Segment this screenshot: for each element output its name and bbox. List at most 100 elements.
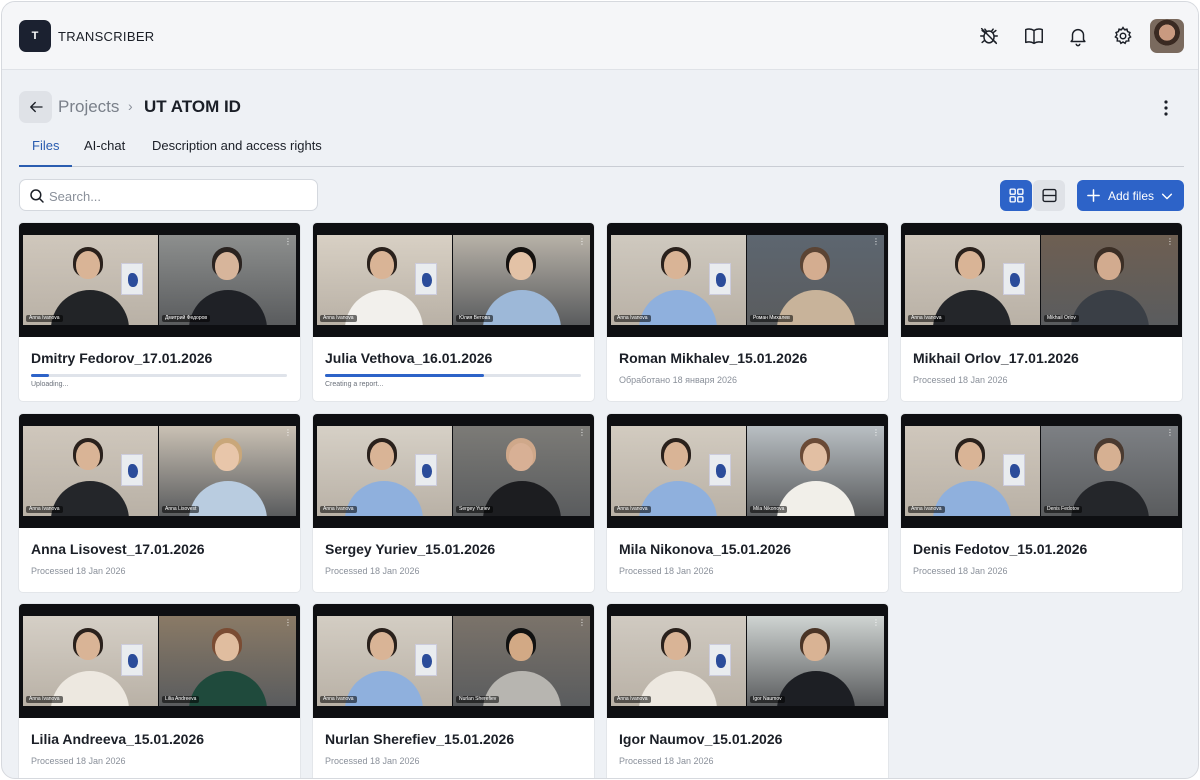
participant-name-left: Anna Ivanova (26, 506, 63, 513)
pane-menu-icon[interactable]: ⋮ (284, 429, 292, 437)
video-thumbnail[interactable]: Anna Ivanova Lilia Andreeva ⋮ (19, 604, 300, 718)
file-title[interactable]: Sergey Yuriev_15.01.2026 (325, 541, 495, 557)
participant-name-left: Anna Ivanova (614, 696, 651, 703)
grid-view-button[interactable] (1000, 180, 1032, 211)
app-window: T TRANSCRIBER Projects › UT ATOM ID File… (1, 1, 1199, 779)
video-thumbnail[interactable]: Anna Ivanova Mikhail Orlov ⋮ (901, 223, 1182, 337)
pane-menu-icon[interactable]: ⋮ (1166, 238, 1174, 246)
video-thumbnail[interactable]: Anna Ivanova Sergey Yuriev ⋮ (313, 414, 594, 528)
progress-bar (31, 374, 287, 377)
file-status: Uploading... (31, 381, 69, 388)
pane-menu-icon[interactable]: ⋮ (872, 619, 880, 627)
participant-pane-right: Igor Naumov ⋮ (747, 616, 884, 706)
tab-files[interactable]: Files (32, 138, 59, 153)
tab-description-access[interactable]: Description and access rights (152, 138, 322, 153)
video-thumbnail[interactable]: Anna Ivanova Mila Nikonova ⋮ (607, 414, 888, 528)
participant-pane-right: Anna Lisovest ⋮ (159, 426, 296, 516)
participant-name-right: Роман Михалев (750, 315, 793, 322)
participant-name-left: Anna Ivanova (26, 696, 63, 703)
video-thumbnail[interactable]: Anna Ivanova Юлия Ветова ⋮ (313, 223, 594, 337)
file-card[interactable]: Anna Ivanova Mikhail Orlov ⋮ Mikhail Orl… (901, 223, 1182, 401)
app-logo[interactable]: T (19, 20, 51, 52)
participant-name-right: Nurlan Sherefiev (456, 696, 500, 703)
participant-pane-left: Anna Ivanova (317, 616, 452, 706)
participant-name-right: Дмитрий Федоров (162, 315, 211, 322)
file-title[interactable]: Mikhail Orlov_17.01.2026 (913, 350, 1079, 366)
participant-pane-left: Anna Ivanova (317, 235, 452, 325)
breadcrumb-separator: › (128, 98, 133, 114)
participant-pane-right: Nurlan Sherefiev ⋮ (453, 616, 590, 706)
pane-menu-icon[interactable]: ⋮ (872, 429, 880, 437)
participant-pane-right: Дмитрий Федоров ⋮ (159, 235, 296, 325)
pane-menu-icon[interactable]: ⋮ (1166, 429, 1174, 437)
add-files-button[interactable]: Add files (1077, 180, 1184, 211)
file-status: Processed 18 Jan 2026 (325, 566, 420, 576)
file-title[interactable]: Dmitry Fedorov_17.01.2026 (31, 350, 212, 366)
file-title[interactable]: Mila Nikonova_15.01.2026 (619, 541, 791, 557)
file-card[interactable]: Anna Ivanova Sergey Yuriev ⋮ Sergey Yuri… (313, 414, 594, 592)
video-thumbnail[interactable]: Anna Ivanova Igor Naumov ⋮ (607, 604, 888, 718)
file-card[interactable]: Anna Ivanova Mila Nikonova ⋮ Mila Nikono… (607, 414, 888, 592)
file-card[interactable]: Anna Ivanova Nurlan Sherefiev ⋮ Nurlan S… (313, 604, 594, 778)
file-card[interactable]: Anna Ivanova Anna Lisovest ⋮ Anna Lisove… (19, 414, 300, 592)
participant-pane-left: Anna Ivanova (905, 235, 1040, 325)
add-files-label: Add files (1108, 189, 1155, 203)
pane-menu-icon[interactable]: ⋮ (872, 238, 880, 246)
participant-pane-left: Anna Ivanova (23, 235, 158, 325)
plus-icon (1087, 189, 1100, 202)
participant-name-left: Anna Ivanova (908, 315, 945, 322)
participant-name-left: Anna Ivanova (908, 506, 945, 513)
tab-ai-chat[interactable]: AI-chat (84, 138, 125, 153)
search-box (19, 179, 318, 211)
participant-name-left: Anna Ivanova (320, 315, 357, 322)
file-status: Processed 18 Jan 2026 (619, 566, 714, 576)
pane-menu-icon[interactable]: ⋮ (578, 619, 586, 627)
participant-pane-left: Anna Ivanova (317, 426, 452, 516)
file-card[interactable]: Anna Ivanova Дмитрий Федоров ⋮ Dmitry Fe… (19, 223, 300, 401)
file-title[interactable]: Anna Lisovest_17.01.2026 (31, 541, 205, 557)
file-status: Processed 18 Jan 2026 (325, 756, 420, 766)
video-thumbnail[interactable]: Anna Ivanova Anna Lisovest ⋮ (19, 414, 300, 528)
pane-menu-icon[interactable]: ⋮ (578, 429, 586, 437)
file-title[interactable]: Julia Vethova_16.01.2026 (325, 350, 492, 366)
book-icon[interactable] (1021, 23, 1047, 49)
file-card[interactable]: Anna Ivanova Igor Naumov ⋮ Igor Naumov_1… (607, 604, 888, 778)
grid-icon (1008, 188, 1024, 203)
participant-pane-left: Anna Ivanova (611, 616, 746, 706)
file-card[interactable]: Anna Ivanova Denis Fedotov ⋮ Denis Fedot… (901, 414, 1182, 592)
breadcrumb-projects[interactable]: Projects (58, 97, 119, 117)
file-title[interactable]: Denis Fedotov_15.01.2026 (913, 541, 1087, 557)
bell-icon[interactable] (1065, 23, 1091, 49)
file-title[interactable]: Roman Mikhalev_15.01.2026 (619, 350, 807, 366)
participant-name-right: Юлия Ветова (456, 315, 493, 322)
top-bar: T TRANSCRIBER (2, 2, 1198, 70)
file-status: Обработано 18 января 2026 (619, 375, 737, 385)
file-status: Processed 18 Jan 2026 (31, 566, 126, 576)
active-tab-indicator (19, 165, 72, 167)
search-input[interactable] (49, 186, 309, 206)
video-thumbnail[interactable]: Anna Ivanova Роман Михалев ⋮ (607, 223, 888, 337)
pane-menu-icon[interactable]: ⋮ (578, 238, 586, 246)
chevron-down-icon[interactable] (1160, 189, 1174, 203)
pane-menu-icon[interactable]: ⋮ (284, 238, 292, 246)
video-thumbnail[interactable]: Anna Ivanova Дмитрий Федоров ⋮ (19, 223, 300, 337)
file-title[interactable]: Lilia Andreeva_15.01.2026 (31, 731, 204, 747)
pane-menu-icon[interactable]: ⋮ (284, 619, 292, 627)
participant-pane-right: Юлия Ветова ⋮ (453, 235, 590, 325)
back-button[interactable] (19, 91, 52, 123)
gear-icon[interactable] (1110, 23, 1136, 49)
list-view-button[interactable] (1033, 180, 1065, 211)
file-title[interactable]: Nurlan Sherefiev_15.01.2026 (325, 731, 514, 747)
bug-icon[interactable] (976, 23, 1002, 49)
file-card[interactable]: Anna Ivanova Роман Михалев ⋮ Roman Mikha… (607, 223, 888, 401)
video-thumbnail[interactable]: Anna Ivanova Nurlan Sherefiev ⋮ (313, 604, 594, 718)
video-thumbnail[interactable]: Anna Ivanova Denis Fedotov ⋮ (901, 414, 1182, 528)
participant-pane-left: Anna Ivanova (611, 426, 746, 516)
file-status: Processed 18 Jan 2026 (619, 756, 714, 766)
file-title[interactable]: Igor Naumov_15.01.2026 (619, 731, 782, 747)
participant-name-right: Mila Nikonova (750, 506, 788, 513)
user-avatar[interactable] (1150, 19, 1184, 53)
file-card[interactable]: Anna Ivanova Lilia Andreeva ⋮ Lilia Andr… (19, 604, 300, 778)
file-card[interactable]: Anna Ivanova Юлия Ветова ⋮ Julia Vethova… (313, 223, 594, 401)
more-options-icon[interactable] (1154, 96, 1178, 120)
